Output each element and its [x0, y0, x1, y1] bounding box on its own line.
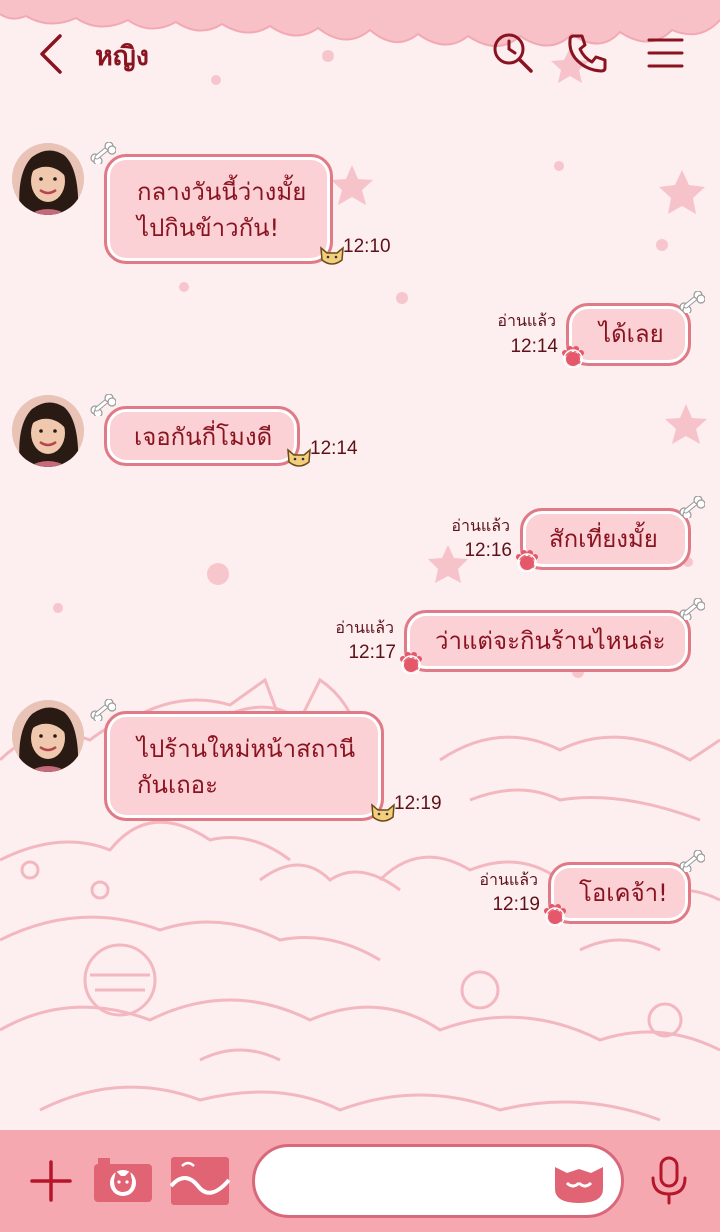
- message-text: กันเถอะ: [137, 771, 218, 799]
- avatar[interactable]: [12, 395, 84, 467]
- message-text: ว่าแต่จะกินร้านไหนล่ะ: [435, 627, 666, 655]
- paw-print-icon: [544, 904, 566, 926]
- message-bubble[interactable]: ไปร้านใหม่หน้าสถานีกันเถอะ: [104, 711, 384, 821]
- message-timestamp: 12:14: [310, 438, 358, 459]
- message-timestamp: 12:19: [394, 793, 442, 814]
- read-receipt: อ่านแล้ว: [497, 311, 556, 330]
- plus-icon[interactable]: [28, 1158, 74, 1204]
- message-text: โอเคจ้า!: [579, 879, 668, 907]
- message-text: กลางวันนี้ว่างมั้ย: [137, 178, 307, 206]
- message-list[interactable]: กลางวันนี้ว่างมั้ยไปกินข้าวกัน! 12:10 ได้เ…: [0, 110, 720, 1130]
- message-text: ไปร้านใหม่หน้าสถานี: [137, 735, 356, 763]
- bone-decoration-icon: [90, 699, 116, 721]
- message-text: เจอกันกี่โมงดี: [134, 423, 273, 451]
- message-bubble[interactable]: ว่าแต่จะกินร้านไหนล่ะ: [404, 610, 691, 672]
- cat-face-icon: [287, 448, 311, 467]
- message-bubble[interactable]: โอเคจ้า!: [548, 862, 691, 924]
- message-timestamp: 12:17: [348, 642, 396, 663]
- bone-decoration-icon: [679, 291, 705, 313]
- cat-face-icon: [320, 246, 344, 265]
- message-text: ได้เลย: [599, 320, 664, 348]
- message-bubble[interactable]: สักเที่ยงมั้ย: [520, 508, 691, 570]
- message-timestamp: 12:16: [464, 540, 512, 561]
- bone-decoration-icon: [90, 394, 116, 416]
- read-receipt: อ่านแล้ว: [451, 516, 510, 535]
- bone-decoration-icon: [679, 598, 705, 620]
- message-timestamp: 12:10: [343, 236, 391, 257]
- paw-print-icon: [562, 346, 584, 368]
- cat-face-icon: [371, 803, 395, 822]
- phone-icon[interactable]: [565, 30, 611, 76]
- read-receipt: อ่านแล้ว: [479, 870, 538, 889]
- message-timestamp: 12:19: [492, 894, 540, 915]
- avatar-photo: [12, 143, 84, 215]
- back-chevron-icon[interactable]: [30, 30, 74, 78]
- mic-icon[interactable]: [648, 1156, 690, 1206]
- message-text: ไปกินข้าวกัน!: [137, 214, 280, 242]
- message-bubble[interactable]: เจอกันกี่โมงดี: [104, 406, 300, 466]
- message-timestamp: 12:14: [510, 336, 558, 357]
- message-bubble[interactable]: กลางวันนี้ว่างมั้ยไปกินข้าวกัน!: [104, 154, 333, 264]
- image-icon[interactable]: [170, 1156, 230, 1206]
- cat-sticker-icon[interactable]: [551, 1159, 607, 1205]
- avatar[interactable]: [12, 143, 84, 215]
- page-title: หญิง: [95, 41, 149, 72]
- chat-header: หญิง: [0, 0, 720, 110]
- avatar[interactable]: [12, 700, 84, 772]
- bone-decoration-icon: [679, 496, 705, 518]
- read-receipt: อ่านแล้ว: [335, 618, 394, 637]
- input-bar: [0, 1130, 720, 1232]
- avatar-photo: [12, 395, 84, 467]
- avatar-photo: [12, 700, 84, 772]
- bone-decoration-icon: [90, 142, 116, 164]
- bone-decoration-icon: [679, 850, 705, 872]
- paw-print-icon: [400, 652, 422, 674]
- message-input[interactable]: [252, 1144, 624, 1218]
- search-clock-icon[interactable]: [490, 30, 536, 76]
- camera-icon[interactable]: [92, 1154, 154, 1206]
- message-text: สักเที่ยงมั้ย: [549, 525, 658, 553]
- paw-print-icon: [516, 550, 538, 572]
- menu-icon[interactable]: [644, 30, 690, 76]
